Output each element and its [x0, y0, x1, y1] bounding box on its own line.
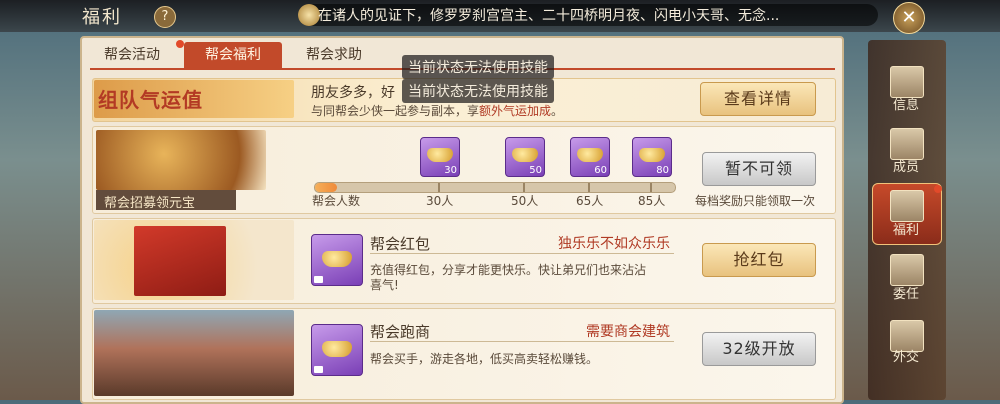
welfare-icon — [890, 190, 924, 222]
red-packet-desc-line2: 喜气! — [370, 278, 399, 292]
reward-ingot-65[interactable]: 60 — [570, 137, 610, 177]
team-luck-line2: 与同帮会少侠一起参与副本，享额外气运加成。 — [311, 104, 564, 118]
milestone-label: 30人 — [426, 194, 454, 208]
treasure-chest-image — [96, 130, 266, 190]
skill-unavailable-toast: 当前状态无法使用技能 — [402, 79, 554, 103]
gold-ingot-icon — [577, 148, 603, 162]
team-luck-line1: 朋友多多，好 — [311, 85, 395, 101]
trade-title: 帮会跑商 — [370, 323, 431, 341]
nav-info[interactable]: 信息 — [878, 94, 934, 113]
claim-unavailable-button[interactable]: 暂不可领 — [702, 152, 816, 186]
gold-ingot-icon — [639, 148, 665, 162]
claim-note: 每档奖励只能领取一次 — [695, 194, 816, 208]
progress-tick — [588, 183, 590, 192]
announcement-text: 在诸人的见证下，修罗罗刹宫宫主、二十四桥明月夜、闪电小天哥、无念... — [318, 8, 780, 24]
gold-ingot-icon — [512, 148, 538, 162]
milestone-label: 85人 — [638, 194, 666, 208]
red-envelope-image — [134, 226, 226, 296]
skill-unavailable-toast: 当前状态无法使用技能 — [402, 55, 554, 79]
reward-ingot-50[interactable]: 50 — [505, 137, 545, 177]
red-packet-desc-line1: 充值得红包，分享才能更快乐。快让弟兄们也来沾沾 — [370, 263, 647, 277]
milestone-label: 65人 — [576, 194, 604, 208]
progress-tick — [650, 183, 652, 192]
grab-red-packet-button[interactable]: 抢红包 — [702, 243, 816, 277]
nav-appoint[interactable]: 委任 — [878, 283, 934, 302]
nav-notification-dot — [934, 185, 942, 193]
tab-guild-activity[interactable]: 帮会活动 — [90, 42, 174, 68]
tab-guild-welfare[interactable]: 帮会福利 — [184, 42, 282, 68]
red-packet-item[interactable] — [311, 234, 363, 286]
recruit-label: 帮会招募领元宝 — [104, 196, 196, 211]
tab-guild-help[interactable]: 帮会求助 — [292, 42, 376, 68]
milestone-label: 50人 — [511, 194, 539, 208]
tab-notification-dot — [176, 40, 184, 48]
appoint-icon — [890, 254, 924, 286]
member-progress-bar — [314, 182, 676, 193]
view-details-button[interactable]: 查看详情 — [700, 82, 816, 116]
announcement-icon — [298, 4, 320, 26]
progress-tick — [438, 183, 440, 192]
nav-members[interactable]: 成员 — [878, 156, 934, 175]
trade-desc: 帮会买手，游走各地，低买高卖轻松赚钱。 — [370, 352, 599, 366]
level-locked-button[interactable]: 32级开放 — [702, 332, 816, 366]
gold-ingot-icon — [322, 251, 352, 267]
nav-diplomacy[interactable]: 外交 — [878, 346, 934, 365]
close-icon[interactable]: ✕ — [893, 2, 925, 34]
divider — [370, 341, 674, 342]
red-packet-title: 帮会红包 — [370, 235, 431, 253]
nav-welfare[interactable]: 福利 — [878, 219, 934, 238]
progress-tick — [523, 183, 525, 192]
divider — [370, 253, 674, 254]
lock-icon — [314, 276, 323, 283]
reward-ingot-30[interactable]: 30 — [420, 137, 460, 177]
trade-item[interactable] — [311, 324, 363, 376]
lock-icon — [314, 366, 323, 373]
red-packet-tag: 独乐乐不如众乐乐 — [558, 236, 670, 252]
team-luck-banner-title: 组队气运值 — [98, 88, 203, 112]
help-icon[interactable]: ? — [154, 6, 176, 28]
trade-street-image — [94, 310, 294, 396]
gold-ingot-icon — [322, 341, 352, 357]
reward-ingot-85[interactable]: 80 — [632, 137, 672, 177]
trade-tag: 需要商会建筑 — [586, 324, 670, 340]
gold-ingot-icon — [427, 148, 453, 162]
progress-label: 帮会人数 — [312, 194, 361, 208]
page-title: 福利 — [82, 7, 122, 28]
member-progress-fill — [315, 183, 337, 192]
